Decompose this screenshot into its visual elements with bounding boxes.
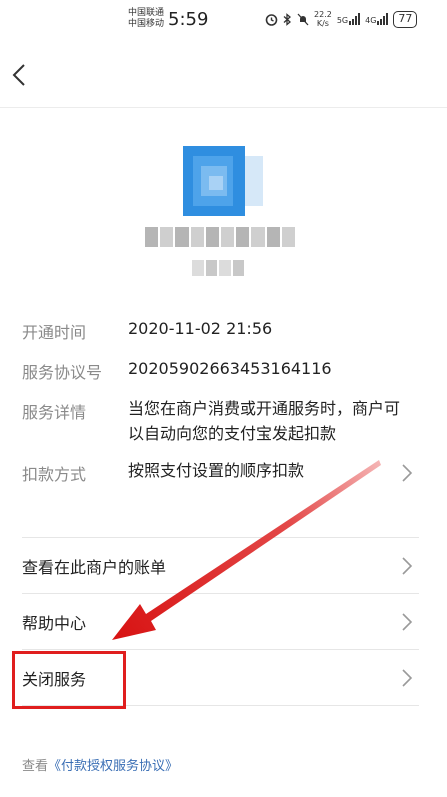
deduction-method-label: 扣款方式 bbox=[22, 465, 87, 484]
agreement-number-value: 20205902663453164116 bbox=[128, 359, 332, 378]
net-speed-unit: K/s bbox=[316, 19, 329, 28]
bluetooth-icon bbox=[283, 12, 291, 26]
signal-5g: 5G bbox=[336, 13, 361, 25]
status-icons: 22.2 K/s 5G 4G 77 bbox=[265, 10, 418, 28]
help-center-label: 帮助中心 bbox=[22, 614, 87, 633]
payment-authorization-agreement-link[interactable]: 《付款授权服务协议》 bbox=[48, 759, 178, 774]
highlight-box bbox=[12, 651, 126, 709]
help-center-item[interactable]: 帮助中心 bbox=[0, 594, 447, 650]
signal-bars-icon bbox=[377, 13, 389, 25]
chevron-right-icon bbox=[402, 557, 413, 575]
battery-indicator: 77 bbox=[393, 10, 418, 28]
chevron-right-icon bbox=[402, 464, 413, 482]
chevron-right-icon bbox=[402, 613, 413, 631]
status-bar: 中国联通 中国移动 5:59 22.2 K/s 5G 4G 77 bbox=[0, 0, 447, 42]
carrier-names: 中国联通 中国移动 bbox=[128, 8, 164, 30]
view-merchant-bills-label: 查看在此商户的账单 bbox=[22, 558, 167, 577]
clock: 5:59 bbox=[168, 9, 209, 30]
mute-bell-icon bbox=[297, 13, 309, 25]
service-detail-line-1: 当您在商户消费或开通服务时，商户可 bbox=[128, 399, 401, 418]
signal-4g: 4G bbox=[365, 13, 389, 25]
deduction-method-value: 按照支付设置的顺序扣款 bbox=[128, 461, 305, 480]
chevron-right-icon bbox=[402, 669, 413, 687]
net-speed-value: 22.2 bbox=[314, 10, 332, 19]
nav-bar bbox=[0, 42, 447, 108]
alarm-icon bbox=[265, 13, 278, 26]
open-time-label: 开通时间 bbox=[22, 323, 87, 342]
net-type-5g: 5G bbox=[336, 16, 349, 25]
carrier-2: 中国移动 bbox=[128, 19, 165, 29]
net-type-4g: 4G bbox=[365, 16, 377, 25]
view-merchant-bills-item[interactable]: 查看在此商户的账单 bbox=[0, 538, 447, 594]
deduction-method-row[interactable]: 扣款方式 按照支付设置的顺序扣款 bbox=[0, 455, 447, 491]
chevron-left-icon[interactable] bbox=[8, 60, 32, 90]
service-detail-label: 服务详情 bbox=[22, 403, 87, 422]
open-time-value: 2020-11-02 21:56 bbox=[128, 319, 273, 338]
footer-prefix: 查看 bbox=[22, 759, 49, 774]
agreement-number-label: 服务协议号 bbox=[22, 363, 103, 382]
service-detail-line-2: 以自动向您的支付宝发起扣款 bbox=[128, 424, 337, 443]
net-speed: 22.2 K/s bbox=[314, 10, 332, 28]
merchant-logo-icon bbox=[183, 146, 263, 216]
merchant-name-blurred bbox=[145, 227, 296, 247]
signal-bars-icon bbox=[349, 13, 361, 25]
carrier-1: 中国联通 bbox=[128, 8, 165, 18]
footer-agreement: 查看《付款授权服务协议》 bbox=[22, 755, 178, 774]
merchant-subtitle-blurred bbox=[192, 260, 244, 276]
